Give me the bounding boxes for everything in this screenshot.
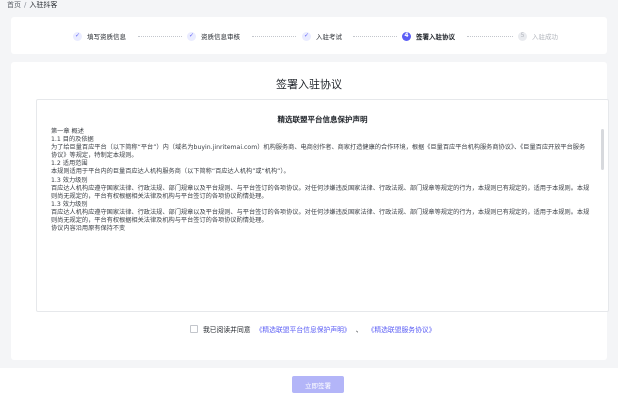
agree-joiner: 、 xyxy=(355,326,363,334)
step-number-4: 4 xyxy=(402,31,411,41)
document-body: 第一章 概述 1.1 目的及依据 为了给巨量百应平台（以下简称“平台”）内（域名… xyxy=(51,128,591,233)
document-title: 精选联盟平台信息保护声明 xyxy=(277,115,368,124)
doc-paragraph: 百应达人机构应遵守国家法律、行政法规、部门规章以及平台规则、与平台签订的各项协议… xyxy=(51,184,590,200)
doc-paragraph: 协议内容沿用原有保持不变 xyxy=(51,225,126,233)
step-qualification-info: ✓ 填写资质信息 xyxy=(73,31,126,41)
doc-paragraph: 1.3 效力级别 xyxy=(51,200,88,208)
step-label: 资质信息审核 xyxy=(201,33,240,41)
step-number-5: 5 xyxy=(518,31,527,41)
page-title: 签署入驻协议 xyxy=(276,78,342,91)
check-icon: ✓ xyxy=(302,31,311,41)
agreement-scroll-box[interactable]: 精选联盟平台信息保护声明 第一章 概述 1.1 目的及依据 为了给巨量百应平台（… xyxy=(36,99,609,312)
breadcrumb-separator: / xyxy=(24,1,27,9)
step-sign-agreement: 4 签署入驻协议 xyxy=(402,31,455,41)
step-label: 入驻成功 xyxy=(532,33,558,41)
breadcrumb-current: 入驻抖客 xyxy=(29,1,58,9)
privacy-statement-link[interactable]: 《精选联盟平台信息保护声明》 xyxy=(256,324,351,334)
doc-paragraph: 1.1 目的及依据 xyxy=(51,136,94,144)
doc-paragraph: 第一章 概述 xyxy=(51,128,84,135)
step-connector xyxy=(467,36,513,37)
agree-checkbox[interactable] xyxy=(190,325,198,333)
breadcrumb: 首页 / 入驻抖客 xyxy=(7,1,57,10)
step-connector xyxy=(353,36,397,37)
doc-paragraph: 为了给巨量百应平台（以下简称“平台”）内（域名为buyin.jinritemai… xyxy=(51,144,586,160)
breadcrumb-home[interactable]: 首页 xyxy=(7,1,21,10)
scrollbar-thumb[interactable] xyxy=(601,129,604,170)
service-agreement-link[interactable]: 《精选联盟服务协议》 xyxy=(368,324,436,334)
step-qualification-review: ✓ 资质信息审核 xyxy=(187,31,240,41)
doc-paragraph: 本规则适用于平台内的巨量百应达人机构服务商（以下简称“百应达人机构”或“机构”）… xyxy=(51,168,290,176)
check-icon: ✓ xyxy=(187,31,196,41)
check-icon: ✓ xyxy=(73,31,82,41)
agreement-consent-row: 我已阅读并同意 《精选联盟平台信息保护声明》 、 《精选联盟服务协议》 xyxy=(190,324,436,334)
agree-prefix: 我已阅读并同意 xyxy=(203,326,251,334)
doc-paragraph: 1.3 效力级别 xyxy=(51,176,88,184)
step-label: 填写资质信息 xyxy=(87,33,126,41)
progress-steps: ✓ 填写资质信息 ✓ 资质信息审核 ✓ 入驻考试 4 签署入驻协议 5 入驻成功 xyxy=(11,17,607,54)
agreement-card: 签署入驻协议 精选联盟平台信息保护声明 第一章 概述 1.1 目的及依据 为了给… xyxy=(11,62,609,360)
step-label: 入驻考试 xyxy=(316,33,342,41)
doc-paragraph: 百应达人机构应遵守国家法律、行政法规、部门规章以及平台规则、与平台签订的各项协议… xyxy=(51,208,590,225)
sign-now-button[interactable]: 立即签署 xyxy=(292,376,344,393)
step-exam: ✓ 入驻考试 xyxy=(302,31,342,41)
step-label: 签署入驻协议 xyxy=(416,33,455,41)
step-connector xyxy=(252,36,296,37)
step-success: 5 入驻成功 xyxy=(518,31,558,41)
step-connector xyxy=(138,36,182,37)
